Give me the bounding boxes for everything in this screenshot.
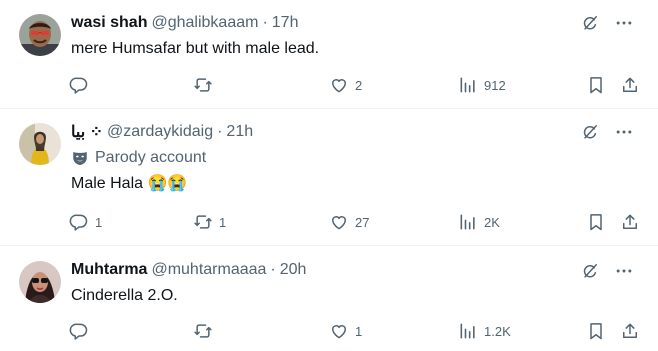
username[interactable]: @muhtarmaaaa <box>151 261 266 279</box>
bookmark-button[interactable] <box>586 210 606 234</box>
timestamp[interactable]: 21h <box>226 123 253 141</box>
separator-dot: · <box>217 123 223 140</box>
separator-dot: · <box>270 261 276 278</box>
share-button[interactable] <box>620 73 640 97</box>
bookmark-button[interactable] <box>586 73 606 97</box>
reply-icon <box>69 321 89 341</box>
action-bar: 2 912 <box>69 73 640 97</box>
action-bar: 1 1 27 2K <box>69 210 640 234</box>
like-count: 2 <box>355 77 363 93</box>
tweet-header: Muhtarma @muhtarmaaaa · 20h <box>71 259 642 281</box>
view-count: 912 <box>484 77 506 93</box>
view-count: 2K <box>484 214 500 230</box>
action-bar: 1 1.2K <box>69 319 640 343</box>
tweet-text: Cinderella 2.O. <box>71 287 178 304</box>
avatar[interactable] <box>19 261 61 303</box>
retweet-button[interactable] <box>193 319 219 343</box>
username[interactable]: @zardaykidaig <box>107 123 213 141</box>
timestamp[interactable]: 20h <box>280 261 307 279</box>
tweet-header: wasi shah @ghalibkaaam · 17h <box>71 12 642 34</box>
bookmark-icon <box>586 321 606 341</box>
parody-mask-icon <box>71 149 89 167</box>
like-button[interactable]: 1 <box>329 319 362 343</box>
timestamp[interactable]: 17h <box>272 14 299 32</box>
views-button[interactable]: 2K <box>458 210 500 234</box>
retweet-count: 1 <box>219 214 227 230</box>
like-icon <box>329 212 349 232</box>
share-icon <box>620 212 640 232</box>
views-icon <box>458 321 478 341</box>
like-icon <box>329 321 349 341</box>
views-icon <box>458 212 478 232</box>
bookmark-icon <box>586 75 606 95</box>
retweet-icon <box>193 212 213 232</box>
parody-label: Parody account <box>71 147 642 169</box>
views-button[interactable]: 912 <box>458 73 506 97</box>
grok-icon[interactable] <box>580 13 600 33</box>
more-icon[interactable] <box>614 13 634 33</box>
tweet-header: بیا ⁘ @zardaykidaig · 21h <box>71 121 642 143</box>
share-icon <box>620 321 640 341</box>
tweet[interactable]: Muhtarma @muhtarmaaaa · 20h Cinderella 2… <box>0 246 658 351</box>
username[interactable]: @ghalibkaaam <box>151 14 258 32</box>
tweet-text: Male Hala 😭😭 <box>71 175 188 192</box>
grok-icon[interactable] <box>580 122 600 142</box>
bookmark-button[interactable] <box>586 319 606 343</box>
replies-feed: wasi shah @ghalibkaaam · 17h mere Humsaf… <box>0 0 658 351</box>
like-button[interactable]: 27 <box>329 210 369 234</box>
display-name[interactable]: Muhtarma <box>71 261 147 279</box>
tweet[interactable]: wasi shah @ghalibkaaam · 17h mere Humsaf… <box>0 0 658 109</box>
tweet[interactable]: بیا ⁘ @zardaykidaig · 21h Parody account… <box>0 109 658 246</box>
like-icon <box>329 75 349 95</box>
share-button[interactable] <box>620 210 640 234</box>
retweet-icon <box>193 321 213 341</box>
share-button[interactable] <box>620 319 640 343</box>
views-icon <box>458 75 478 95</box>
bookmark-icon <box>586 212 606 232</box>
retweet-icon <box>193 75 213 95</box>
parody-label-text: Parody account <box>95 149 207 166</box>
avatar[interactable] <box>19 123 61 165</box>
separator-dot: · <box>262 14 268 31</box>
reply-button[interactable]: 1 <box>69 210 102 234</box>
display-name[interactable]: wasi shah <box>71 14 147 32</box>
avatar[interactable] <box>19 14 61 56</box>
like-count: 27 <box>355 214 370 230</box>
display-name[interactable]: بیا ⁘ <box>71 122 103 142</box>
tweet-text: mere Humsafar but with male lead. <box>71 40 320 57</box>
like-button[interactable]: 2 <box>329 73 362 97</box>
share-icon <box>620 75 640 95</box>
retweet-button[interactable]: 1 <box>193 210 226 234</box>
reply-icon <box>69 212 89 232</box>
like-count: 1 <box>355 323 363 339</box>
more-icon[interactable] <box>614 261 634 281</box>
reply-button[interactable] <box>69 73 95 97</box>
grok-icon[interactable] <box>580 261 600 281</box>
views-button[interactable]: 1.2K <box>458 319 511 343</box>
reply-button[interactable] <box>69 319 95 343</box>
more-icon[interactable] <box>614 122 634 142</box>
reply-icon <box>69 75 89 95</box>
view-count: 1.2K <box>484 323 511 339</box>
reply-count: 1 <box>95 214 103 230</box>
retweet-button[interactable] <box>193 73 219 97</box>
